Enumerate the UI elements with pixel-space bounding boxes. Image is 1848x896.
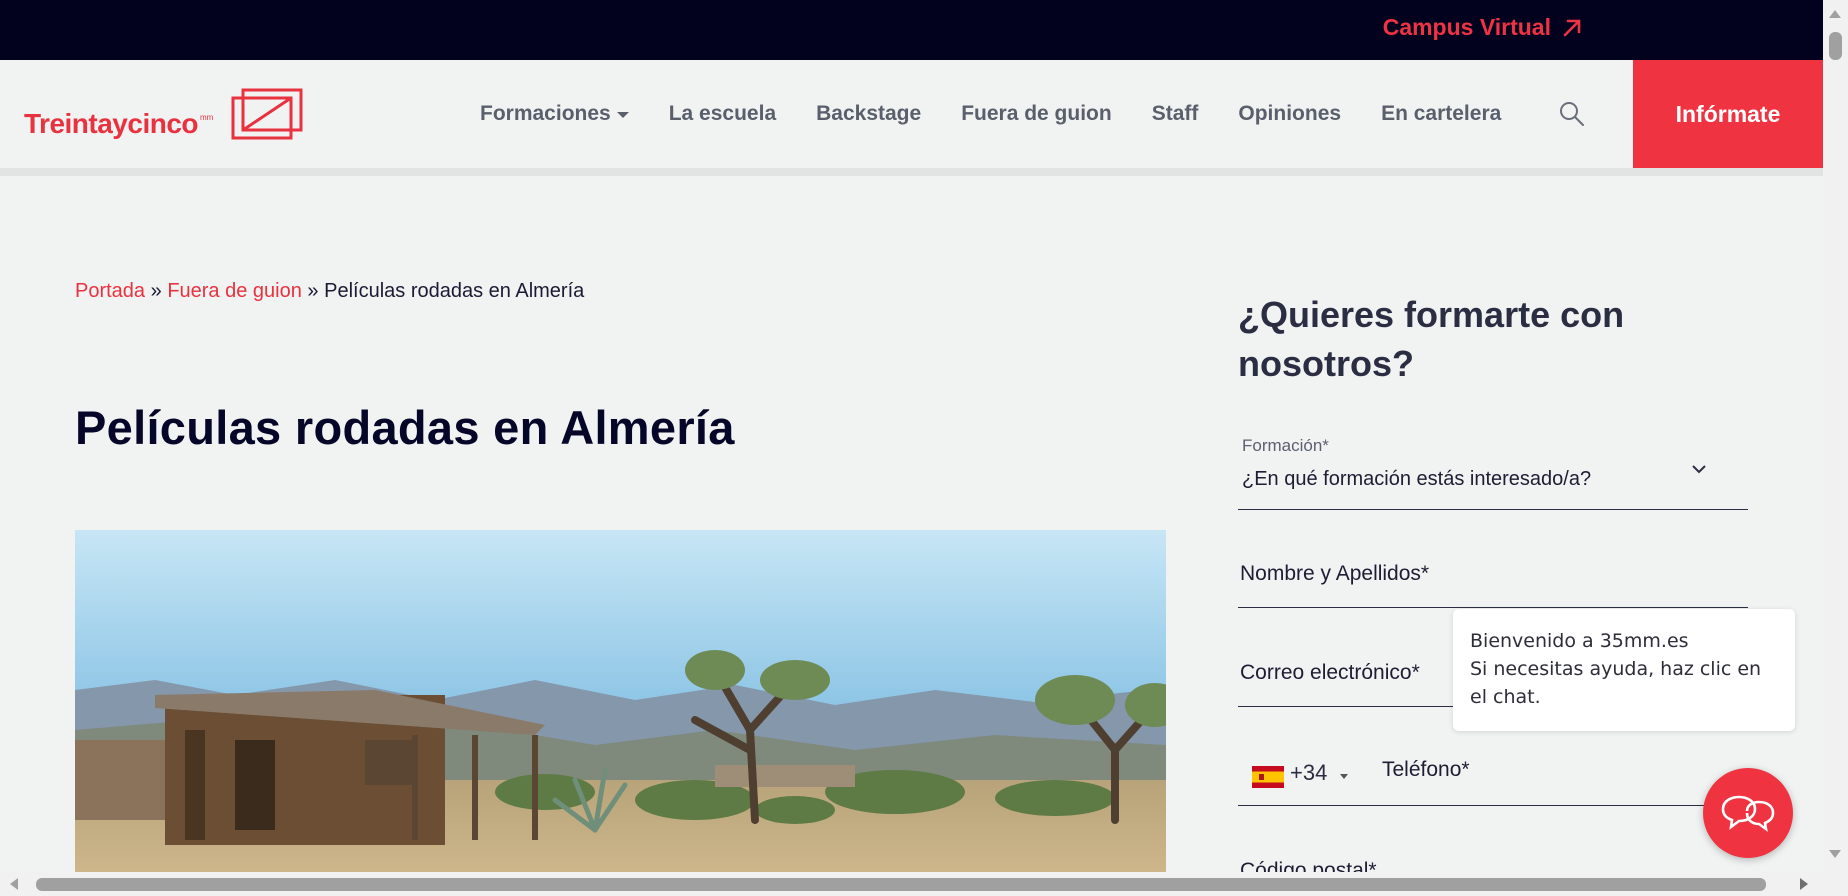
breadcrumb: Portada » Fuera de guion » Películas rod… — [75, 280, 584, 303]
caret-down-icon — [616, 112, 629, 118]
formacion-label: Formación* — [1242, 436, 1329, 455]
nav-item-en-cartelera[interactable]: En cartelera — [1381, 102, 1501, 126]
nav-label: Opiniones — [1238, 102, 1342, 125]
campus-virtual-link[interactable]: Campus Virtual — [1383, 14, 1583, 41]
hero-image — [75, 530, 1166, 872]
vertical-scrollbar[interactable] — [1823, 0, 1848, 872]
breadcrumb-separator: » — [150, 280, 162, 302]
nav-menu: Formaciones La escuela Backstage Fuera d… — [480, 60, 1501, 168]
chat-line-2: Si necesitas ayuda, haz clic en el chat. — [1470, 658, 1762, 708]
formacion-select[interactable]: Formación* ¿En qué formación estás inter… — [1238, 436, 1748, 510]
nav-label: Staff — [1151, 102, 1199, 125]
nav-label: En cartelera — [1381, 102, 1502, 125]
logo-mm: mm — [200, 113, 214, 122]
chevron-down-icon — [1692, 465, 1706, 474]
informate-button[interactable]: Infórmate — [1633, 60, 1823, 168]
dial-code[interactable]: +34 — [1290, 760, 1327, 786]
nav-item-fuera-de-guion[interactable]: Fuera de guion — [961, 102, 1112, 126]
chat-welcome-bubble[interactable]: Bienvenido a 35mm.es Si necesitas ayuda,… — [1453, 609, 1795, 731]
name-field[interactable]: Nombre y Apellidos* — [1238, 548, 1748, 608]
formacion-value: ¿En qué formación estás interesado/a? — [1242, 468, 1592, 490]
phone-label: Teléfono* — [1382, 758, 1470, 781]
nav-item-formaciones[interactable]: Formaciones — [480, 102, 629, 126]
site-logo[interactable]: Treintaycinco mm — [24, 88, 303, 140]
logo-frames-icon — [231, 88, 303, 140]
breadcrumb-home-link[interactable]: Portada — [75, 280, 145, 302]
top-bar: Campus Virtual — [0, 0, 1823, 60]
scroll-down-arrow-icon[interactable] — [1829, 850, 1841, 858]
page-title: Películas rodadas en Almería — [75, 401, 735, 454]
logo-wordmark: Treintaycinco — [24, 108, 199, 139]
nav-label: La escuela — [668, 102, 777, 125]
nav-item-la-escuela[interactable]: La escuela — [669, 102, 776, 126]
name-label: Nombre y Apellidos* — [1240, 562, 1430, 585]
spain-flag-icon[interactable] — [1252, 766, 1284, 788]
email-label: Correo electrónico* — [1240, 661, 1420, 684]
form-title: ¿Quieres formarte con nosotros? — [1238, 294, 1625, 384]
nav-item-backstage[interactable]: Backstage — [816, 102, 921, 126]
nav-label: Backstage — [816, 102, 922, 125]
dial-caret-icon[interactable] — [1340, 774, 1348, 779]
main-navbar: Treintaycinco mm Formaciones La escuela … — [0, 60, 1823, 168]
horizontal-scroll-thumb[interactable] — [36, 878, 1766, 891]
chat-button[interactable] — [1703, 768, 1793, 858]
nav-label: Formaciones — [480, 102, 611, 125]
nav-label: Fuera de guion — [961, 102, 1112, 125]
nav-item-staff[interactable]: Staff — [1152, 102, 1199, 126]
search-icon[interactable] — [1558, 100, 1586, 128]
nav-item-opiniones[interactable]: Opiniones — [1238, 102, 1341, 126]
desert-scene-illustration — [75, 530, 1166, 872]
chat-line-1: Bienvenido a 35mm.es — [1470, 630, 1689, 652]
navbar-divider — [0, 168, 1823, 176]
vertical-scroll-thumb[interactable] — [1829, 32, 1842, 60]
chat-bubbles-icon — [1721, 795, 1775, 832]
phone-field[interactable]: +34 Teléfono* — [1238, 746, 1748, 806]
breadcrumb-current: Películas rodadas en Almería — [324, 280, 585, 302]
external-arrow-icon — [1563, 19, 1581, 36]
scroll-right-arrow-icon[interactable] — [1800, 878, 1808, 890]
breadcrumb-section-link[interactable]: Fuera de guion — [167, 280, 302, 302]
horizontal-scrollbar[interactable] — [0, 872, 1848, 896]
campus-virtual-label: Campus Virtual — [1382, 14, 1551, 40]
scroll-left-arrow-icon[interactable] — [10, 878, 18, 890]
scroll-up-arrow-icon[interactable] — [1829, 10, 1841, 18]
breadcrumb-separator: » — [307, 280, 319, 302]
